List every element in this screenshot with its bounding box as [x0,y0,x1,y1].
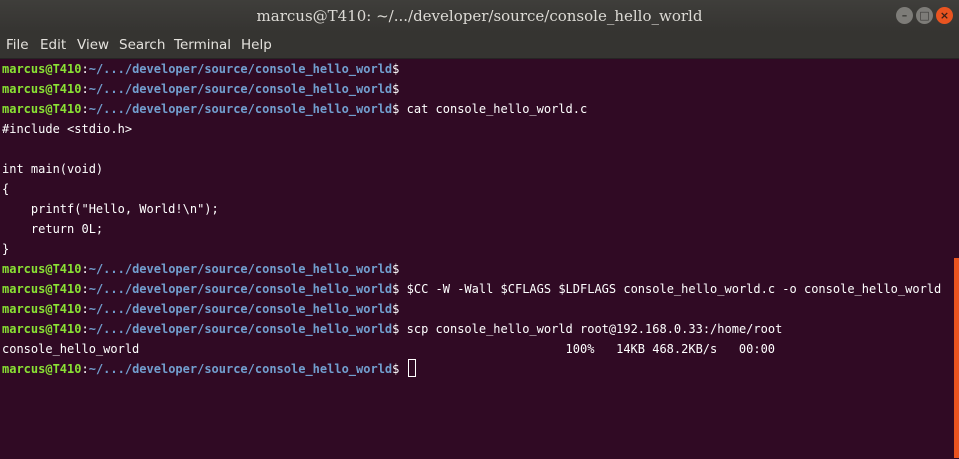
prompt-user: marcus@T410 [2,362,82,376]
prompt-user: marcus@T410 [2,102,82,116]
prompt-separator: : [81,102,89,116]
title-bar[interactable]: marcus@T410: ~/.../developer/source/cons… [0,0,959,32]
close-button[interactable]: × [936,7,953,24]
output-line: } [2,242,10,256]
output-line: printf("Hello, World!\n"); [2,202,219,216]
prompt-path: ~/.../developer/source/console_hello_wor… [88,362,393,376]
prompt-separator: : [81,262,89,276]
prompt-path: ~/.../developer/source/console_hello_wor… [88,102,393,116]
minimize-icon: – [901,9,908,22]
close-icon: × [939,9,950,22]
menu-help[interactable]: Help [241,32,272,58]
maximize-button[interactable]: □ [916,7,933,24]
maximize-icon: □ [919,9,930,22]
prompt-separator: : [81,82,89,96]
prompt-separator: : [81,362,89,376]
prompt-user: marcus@T410 [2,62,82,76]
prompt-path: ~/.../developer/source/console_hello_wor… [88,302,393,316]
prompt-symbol: $ [392,262,400,276]
prompt-user: marcus@T410 [2,282,82,296]
menu-view[interactable]: View [77,32,109,58]
menu-edit[interactable]: Edit [40,32,66,58]
prompt-line: marcus@T410:~/.../developer/source/conso… [2,319,782,339]
prompt-symbol: $ [392,302,400,316]
output-line: return 0L; [2,222,104,236]
prompt-line: marcus@T410:~/.../developer/source/conso… [2,79,399,99]
prompt-separator: : [81,322,89,336]
prompt-symbol: $ [392,62,400,76]
prompt-line: marcus@T410:~/.../developer/source/conso… [2,279,941,299]
prompt-separator: : [81,302,89,316]
prompt-user: marcus@T410 [2,322,82,336]
prompt-separator: : [81,282,89,296]
window-title: marcus@T410: ~/.../developer/source/cons… [256,7,703,25]
minimize-button[interactable]: – [896,7,913,24]
prompt-path: ~/.../developer/source/console_hello_wor… [88,82,393,96]
prompt-symbol: $ [392,82,400,96]
prompt-line: marcus@T410:~/.../developer/source/conso… [2,359,416,379]
menu-search[interactable]: Search [119,32,165,58]
prompt-line: marcus@T410:~/.../developer/source/conso… [2,59,399,79]
menu-terminal[interactable]: Terminal [174,32,231,58]
prompt-separator: : [81,62,89,76]
prompt-path: ~/.../developer/source/console_hello_wor… [88,62,393,76]
menu-file[interactable]: File [6,32,29,58]
terminal-window: marcus@T410: ~/.../developer/source/cons… [0,0,959,459]
prompt-user: marcus@T410 [2,302,82,316]
prompt-user: marcus@T410 [2,262,82,276]
prompt-path: ~/.../developer/source/console_hello_wor… [88,262,393,276]
prompt-line: marcus@T410:~/.../developer/source/conso… [2,299,399,319]
output-line: { [2,182,10,196]
output-line: console_hello_world 100% 14KB 468.2KB/s … [2,342,776,356]
terminal-output[interactable]: marcus@T410:~/.../developer/source/conso… [0,59,959,459]
scrollbar[interactable] [954,258,959,458]
text-cursor [407,359,416,377]
command-text: $CC -W -Wall $CFLAGS $LDFLAGS console_he… [399,282,942,296]
prompt-user: marcus@T410 [2,82,82,96]
menu-bar: File Edit View Search Terminal Help [0,32,959,59]
prompt-line: marcus@T410:~/.../developer/source/conso… [2,99,587,119]
output-line: #include <stdio.h> [2,122,133,136]
output-line: int main(void) [2,162,104,176]
prompt-path: ~/.../developer/source/console_hello_wor… [88,282,393,296]
command-text: cat console_hello_world.c [399,102,588,116]
prompt-line: marcus@T410:~/.../developer/source/conso… [2,259,399,279]
command-text [399,362,406,376]
prompt-path: ~/.../developer/source/console_hello_wor… [88,322,393,336]
command-text: scp console_hello_world root@192.168.0.3… [399,322,783,336]
